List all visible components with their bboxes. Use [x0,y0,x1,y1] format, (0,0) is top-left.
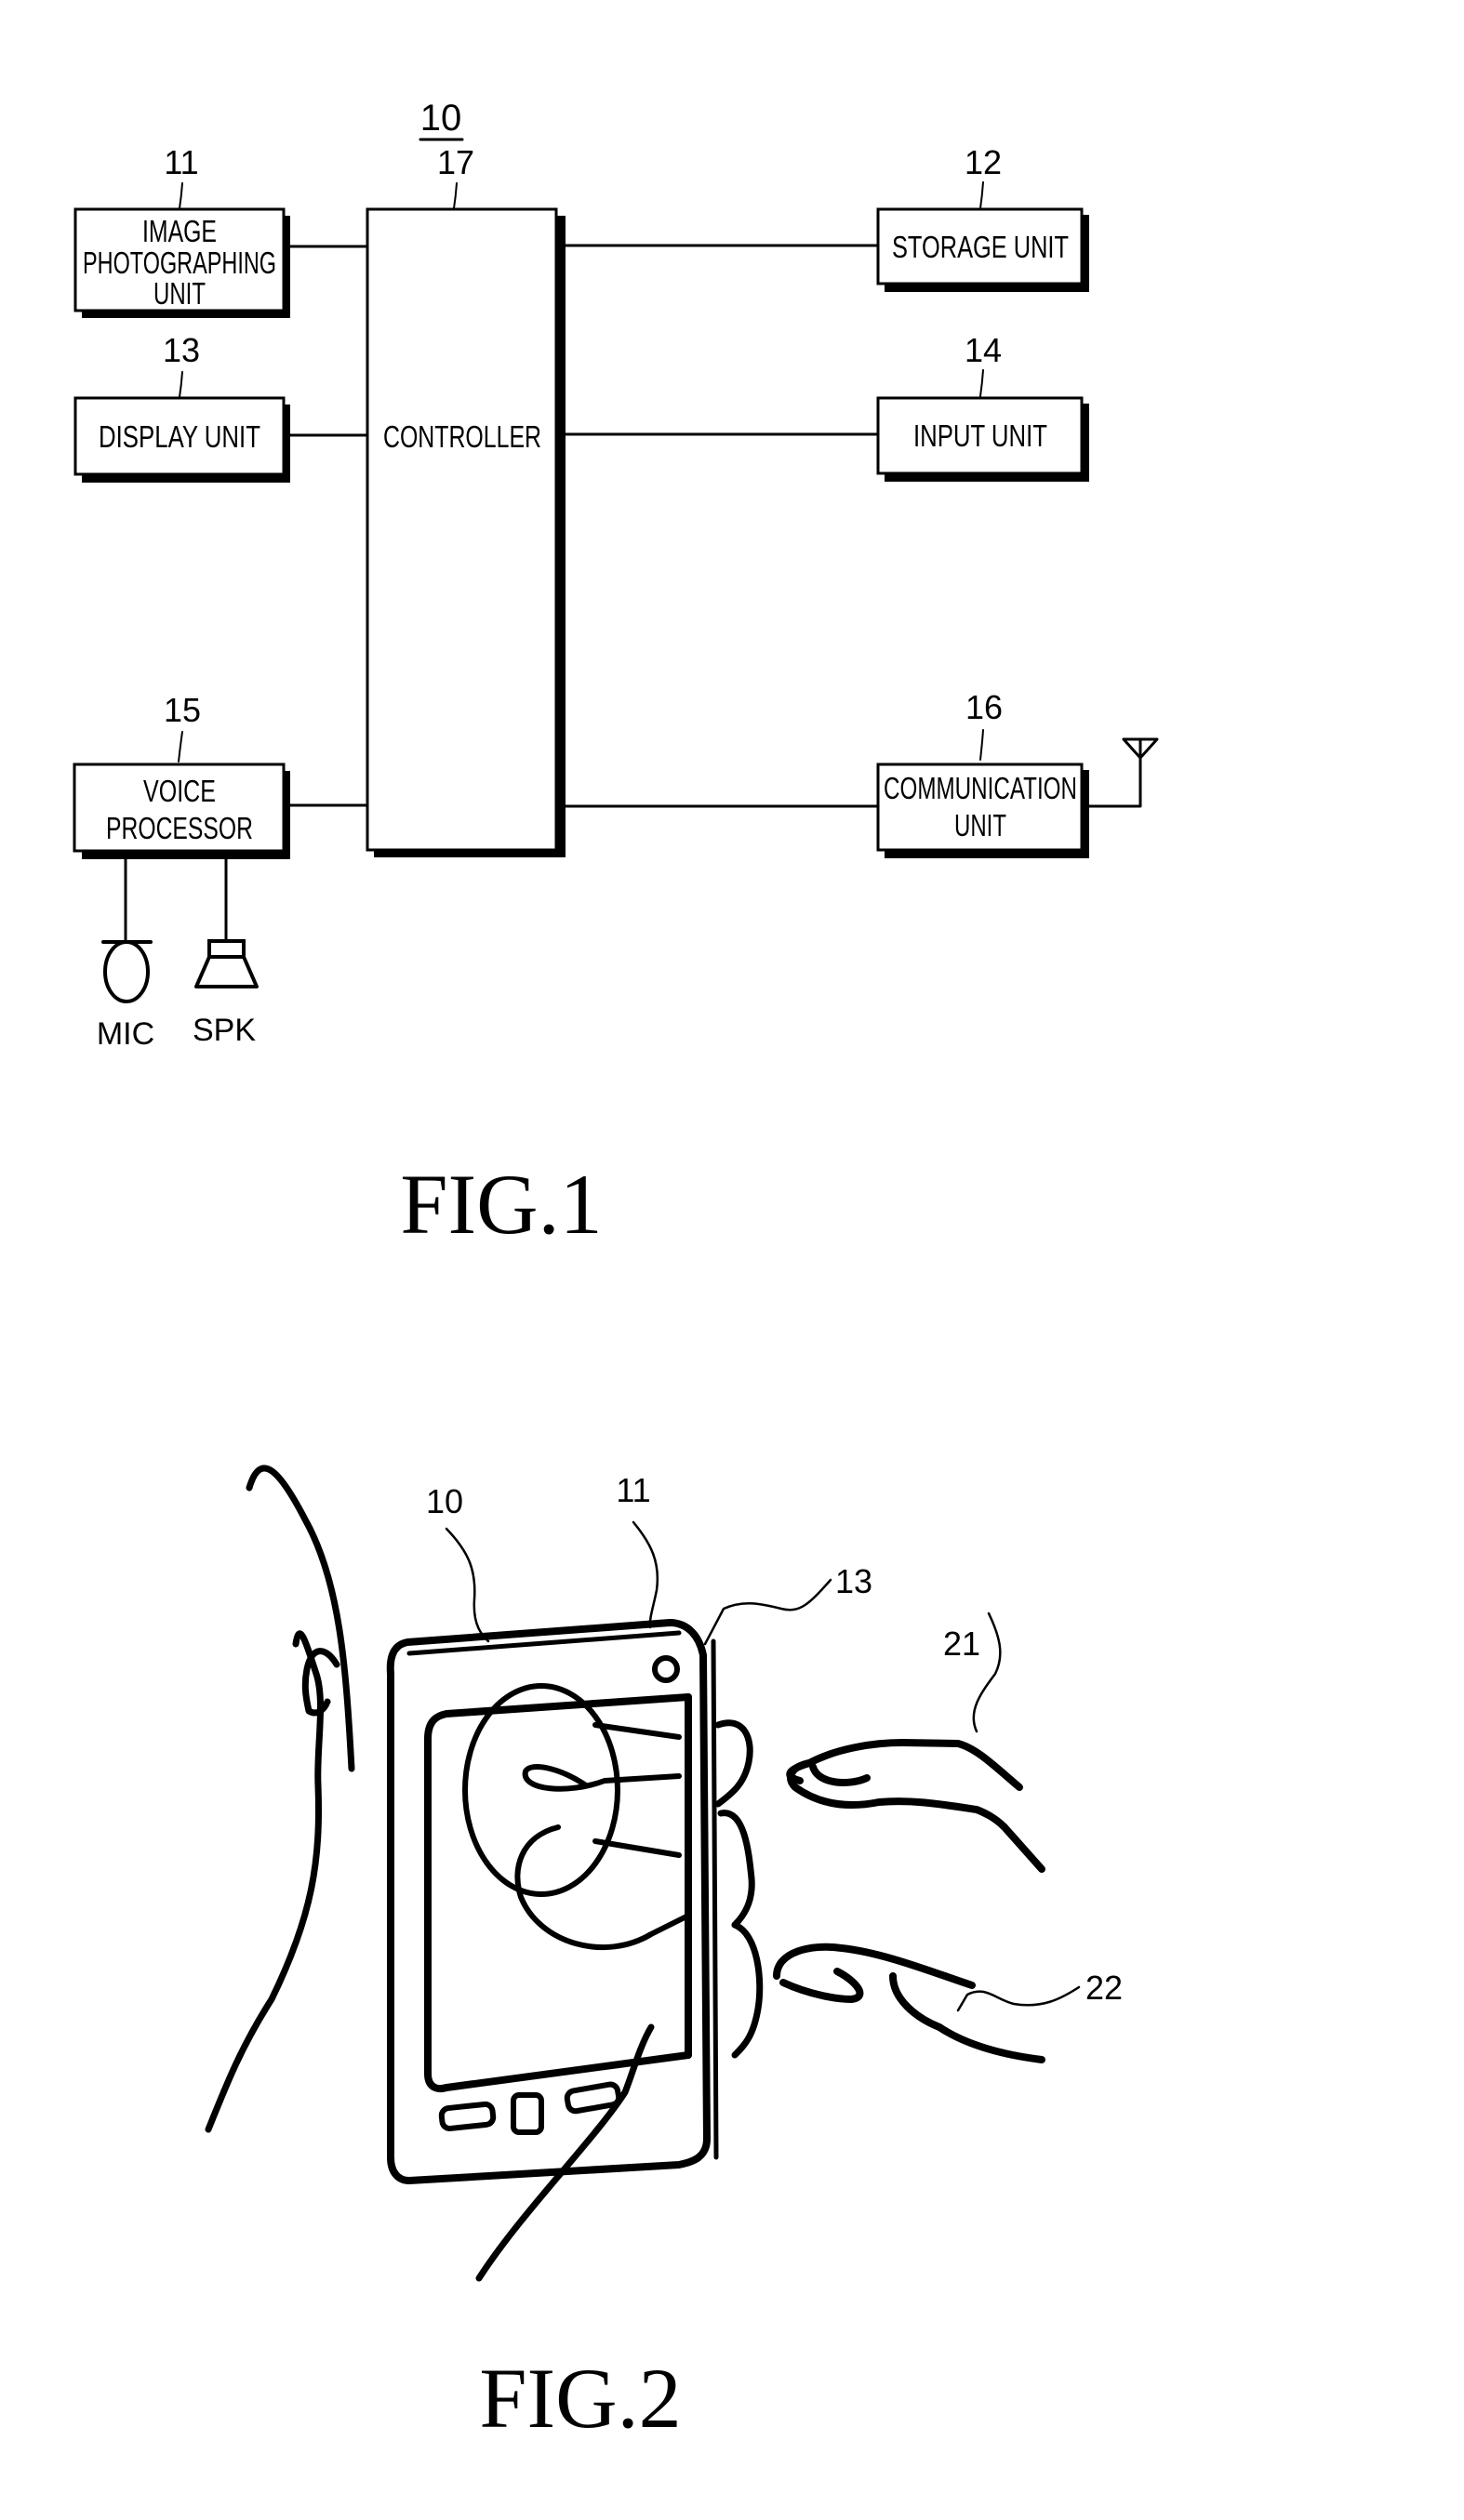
leader-line [178,731,183,763]
pointing-finger-22 [773,1943,1045,2063]
block-label-line: IMAGE [142,214,217,248]
block-storage-unit: STORAGE UNIT 12 [876,143,1089,292]
ref-number-finger-22: 22 [1085,1969,1123,2007]
ref-number-camera: 11 [616,1471,650,1509]
block-label-line: UNIT [954,808,1006,842]
block-frame [366,207,558,852]
fig2-labels: 10 11 13 21 22 FIG.2 [426,1471,1123,2446]
fig2-caption: FIG.2 [479,2351,681,2446]
ref-number: 14 [965,331,1002,369]
block-label: INPUT UNIT [913,418,1047,453]
leader-line [979,729,984,761]
block-label-line: COMMUNICATION [884,771,1077,805]
ref-number: 17 [437,143,474,181]
ref-number-device: 10 [426,1482,463,1520]
microphone-icon [101,940,153,1003]
ref-number-display: 13 [835,1562,872,1600]
block-display-unit: DISPLAY UNIT 13 [73,331,290,483]
ref-number-finger-21: 21 [943,1625,980,1663]
speaker-icon [194,939,259,988]
block-label: CONTROLLER [383,419,541,454]
block-label-line: VOICE [143,774,216,808]
ref-number: 12 [965,143,1002,181]
antenna-icon [1122,737,1159,760]
leader-line [979,181,984,209]
block-image-photographing-unit: IMAGE PHOTOGRAPHING UNIT 11 [73,143,290,318]
block-label-line: UNIT [153,276,206,311]
block-input-unit: INPUT UNIT 14 [876,331,1089,482]
block-voice-processor: VOICE PROCESSOR 15 [73,691,290,859]
ref-number: 16 [965,688,1003,726]
fig2-device-in-hand-sketch [205,1465,1081,2282]
block-label: DISPLAY UNIT [99,419,260,454]
block-label-line: PHOTOGRAPHING [83,245,276,280]
leader-line [179,371,183,398]
pointing-finger-21 [786,1739,1045,1873]
device-ref-label: 10 [420,98,462,139]
leader-line [179,182,183,209]
patent-drawing-main: 10 IMAGE PHOTOGRAPHING UNIT 11 DISPLAY U… [0,0,1464,2520]
phone-body [386,1619,719,2184]
block-controller: CONTROLLER 17 [366,143,566,857]
ref-number: 13 [163,331,200,369]
phone-button [511,2092,544,2135]
fig1-block-diagram: 10 IMAGE PHOTOGRAPHING UNIT 11 DISPLAY U… [73,98,1159,1252]
holding-fingers [714,1719,764,2059]
phone-button [438,2101,497,2131]
spk-label: SPK [193,1013,256,1048]
block-label-line: PROCESSOR [106,811,253,845]
camera-lens [652,1655,680,1683]
ref-number: 11 [164,143,198,181]
block-communication-unit: COMMUNICATION UNIT 16 [876,688,1089,858]
ref-number: 15 [164,691,201,729]
leader-line [453,182,458,209]
connector-communication-antenna [1087,756,1142,808]
mic-label: MIC [97,1016,154,1052]
block-label: STORAGE UNIT [892,230,1069,264]
leader-line [979,369,984,397]
screen-content-sketch [462,1683,691,1950]
fig1-caption: FIG.1 [400,1157,602,1252]
